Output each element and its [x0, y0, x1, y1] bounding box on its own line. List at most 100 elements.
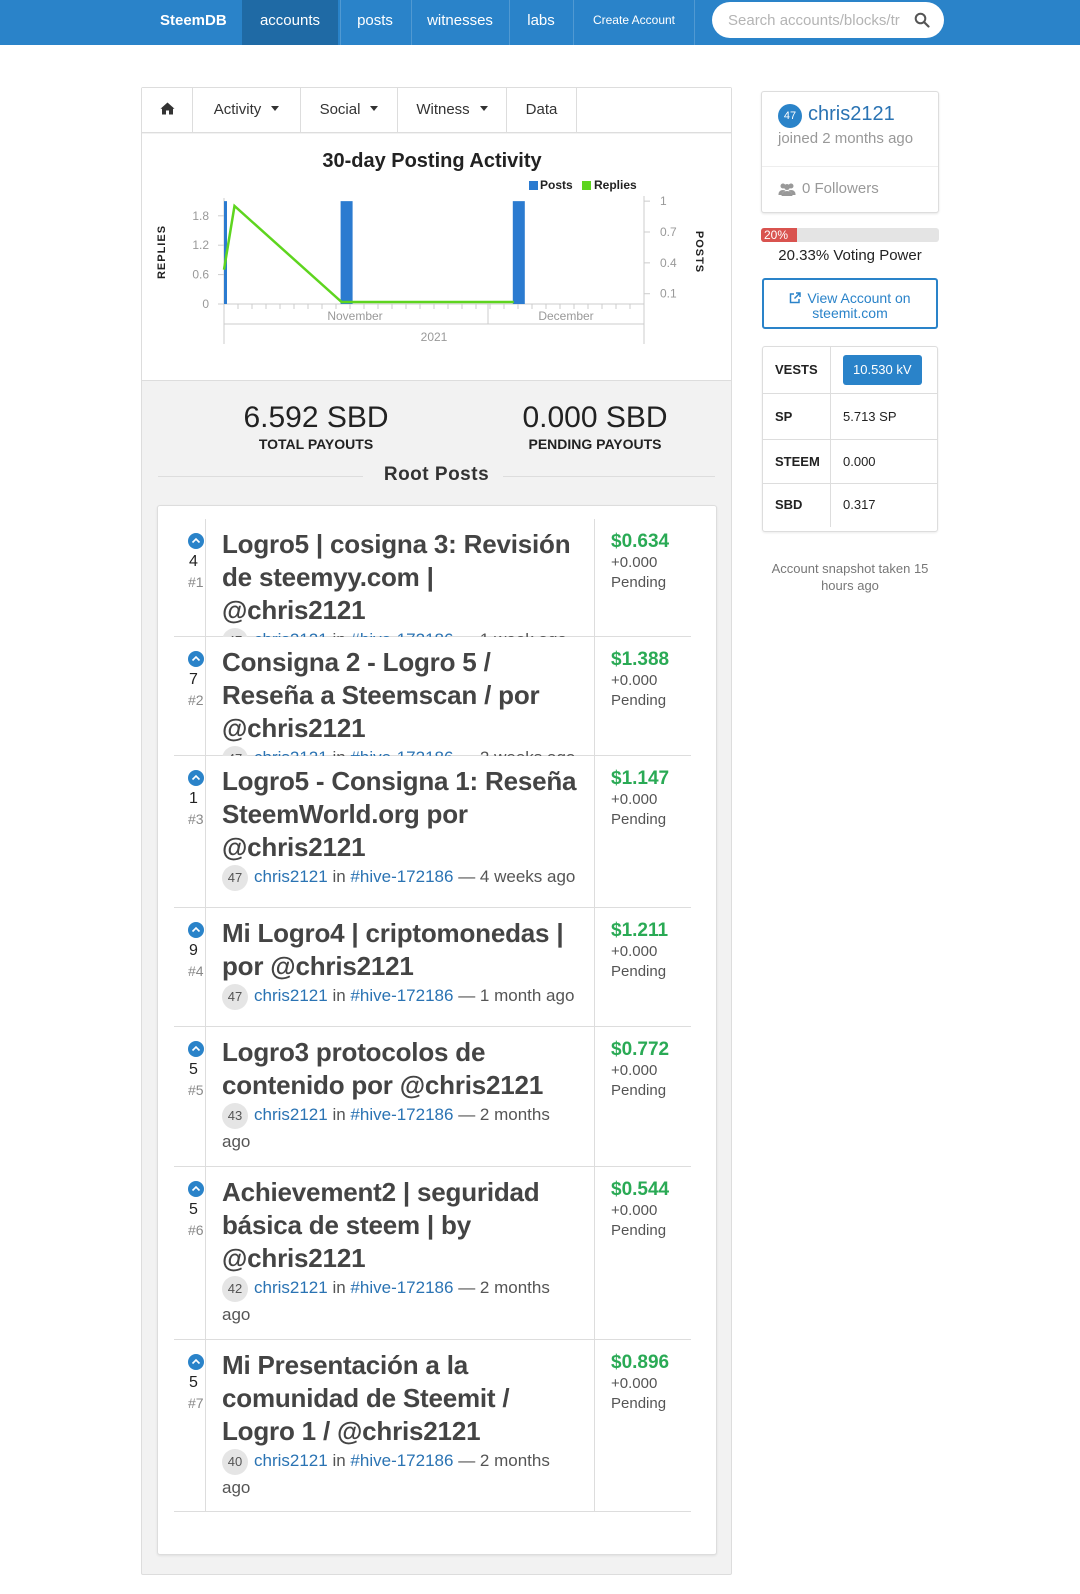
root-posts-heading: Root Posts [158, 464, 715, 490]
tab-activity-label: Activity [213, 101, 262, 118]
post-title[interactable]: Logro3 protocolos de contenido por @chri… [222, 1036, 582, 1102]
post-community-link[interactable]: #hive-172186 [350, 867, 453, 886]
wallet-key: VESTS [763, 347, 831, 393]
tab-data[interactable]: Data [507, 88, 577, 133]
tab-witness-label: Witness [416, 101, 470, 118]
total-payouts-value: 6.592 SBD [243, 401, 389, 434]
post-meta: 47 chris2121 in #hive-172186 — 4 weeks ag… [222, 864, 582, 891]
nav-labs[interactable]: labs [510, 0, 572, 45]
post-in-label: in [332, 1451, 346, 1470]
post-body: Consigna 2 - Logro 5 / Reseña a Steemsca… [222, 646, 582, 772]
left-axis-tick-label: 0.6 [192, 268, 209, 282]
nav-divider [694, 0, 695, 45]
post-payout-column: $0.634 +0.000 Pending [594, 519, 691, 636]
post-rank: #2 [188, 692, 204, 708]
post-payout: $0.544 [611, 1179, 670, 1200]
post-rank: #7 [188, 1395, 204, 1411]
upvote-icon[interactable] [188, 1354, 204, 1370]
upvote-icon[interactable] [188, 1041, 204, 1057]
tab-social-label: Social [319, 101, 361, 118]
post-in-label: in [332, 1105, 346, 1124]
post-in-label: in [332, 1278, 346, 1297]
vote-count: 9 [189, 942, 198, 959]
legend-replies-swatch [582, 181, 591, 190]
post-row: 9 #4 Mi Logro4 | criptomonedas | por @chri… [174, 908, 691, 1027]
post-author-link[interactable]: chris2121 [254, 1278, 328, 1297]
tab-activity[interactable]: Activity [193, 88, 301, 133]
author-reputation: 40 [222, 1448, 248, 1475]
tab-witness[interactable]: Witness [398, 88, 507, 133]
post-rank: #3 [188, 811, 204, 827]
post-author-link[interactable]: chris2121 [254, 1451, 328, 1470]
voting-power-badge: 20% [764, 228, 789, 242]
nav-create-account[interactable]: Create Account [574, 0, 694, 45]
replies-line [222, 203, 514, 304]
post-payout-column: $1.147 +0.000 Pending [594, 756, 691, 907]
post-payout-column: $0.772 +0.000 Pending [594, 1027, 691, 1166]
post-author-link[interactable]: chris2121 [254, 986, 328, 1005]
left-axis-tick-label: 0 [202, 297, 209, 311]
post-community-link[interactable]: #hive-172186 [350, 1278, 453, 1297]
post-community-link[interactable]: #hive-172186 [350, 1451, 453, 1470]
post-title[interactable]: Achievement2 | seguridad básica de steem… [222, 1176, 582, 1275]
wallet-row-vests: VESTS 10.530 kV [763, 347, 937, 394]
right-axis-tick-label: 0.7 [660, 225, 677, 239]
post-title[interactable]: Logro5 | cosigna 3: Revisión de steemyy.… [222, 528, 582, 627]
post-title[interactable]: Mi Logro4 | criptomonedas | por @chris21… [222, 917, 582, 983]
wallet-key: STEEM [763, 440, 831, 483]
post-author-link[interactable]: chris2121 [254, 867, 328, 886]
wallet-row-sp: SP 5.713 SP [763, 394, 937, 440]
vote-count: 5 [189, 1201, 198, 1218]
x-axis-month-label: November [327, 309, 382, 323]
upvote-icon[interactable] [188, 533, 204, 549]
post-payout-column: $1.388 +0.000 Pending [594, 637, 691, 755]
account-tabs: Activity Social Witness Data [142, 88, 731, 133]
profile-card: 47 chris2121 joined 2 months ago 0 Follo… [761, 91, 939, 213]
nav-witnesses[interactable]: witnesses [412, 0, 508, 45]
post-pending-amount: +0.000 [611, 1375, 658, 1392]
voting-power-fill: 20% [761, 228, 798, 242]
pending-payouts-value: 0.000 SBD [522, 401, 668, 434]
brand-link[interactable]: SteemDB [142, 0, 242, 45]
posting-activity-chart: 30-day Posting Activity Posts Replies RE… [142, 134, 731, 381]
search-icon[interactable] [914, 12, 930, 28]
followers-count[interactable]: 0 Followers [802, 180, 879, 197]
post-payout: $0.896 [611, 1352, 670, 1373]
post-community-link[interactable]: #hive-172186 [350, 986, 453, 1005]
nav-accounts[interactable]: accounts [242, 0, 338, 45]
post-title[interactable]: Logro5 - Consigna 1: Reseña SteemWorld.o… [222, 765, 582, 864]
upvote-icon[interactable] [188, 770, 204, 786]
vests-badge[interactable]: 10.530 kV [843, 355, 922, 385]
upvote-icon[interactable] [188, 651, 204, 667]
profile-username[interactable]: chris2121 [808, 103, 895, 126]
tab-home[interactable] [142, 88, 193, 133]
upvote-icon[interactable] [188, 922, 204, 938]
legend-replies-label: Replies [594, 178, 637, 192]
caret-down-icon [370, 105, 379, 111]
post-meta: 43 chris2121 in #hive-172186 — 2 months a… [222, 1102, 582, 1155]
post-rank: #1 [188, 574, 204, 590]
post-pending-amount: +0.000 [611, 1202, 658, 1219]
post-payout: $1.211 [611, 920, 669, 941]
post-author-link[interactable]: chris2121 [254, 1105, 328, 1124]
post-body: Logro5 | cosigna 3: Revisión de steemyy.… [222, 528, 582, 654]
post-rank: #5 [188, 1082, 204, 1098]
root-posts-title: Root Posts [383, 464, 490, 485]
left-axis-label: REPLIES [156, 225, 168, 279]
post-vote-column: 1 #3 [174, 756, 206, 907]
caret-down-icon [479, 105, 488, 111]
upvote-icon[interactable] [188, 1181, 204, 1197]
vote-count: 1 [189, 790, 198, 807]
total-payouts-label: TOTAL PAYOUTS [258, 436, 374, 452]
post-title[interactable]: Consigna 2 - Logro 5 / Reseña a Steemsca… [222, 646, 582, 745]
top-navbar: SteemDB accounts posts witnesses labs Cr… [0, 0, 1080, 45]
post-body: Achievement2 | seguridad básica de steem… [222, 1176, 582, 1328]
post-pending-amount: +0.000 [611, 672, 658, 689]
tab-social[interactable]: Social [301, 88, 398, 133]
view-on-steemit-button[interactable]: View Account on steemit.com [762, 278, 938, 329]
post-community-link[interactable]: #hive-172186 [350, 1105, 453, 1124]
post-title[interactable]: Mi Presentación a la comunidad de Steemi… [222, 1349, 582, 1448]
nav-posts[interactable]: posts [340, 0, 410, 45]
search-input[interactable] [728, 11, 903, 29]
profile-divider [762, 166, 938, 167]
